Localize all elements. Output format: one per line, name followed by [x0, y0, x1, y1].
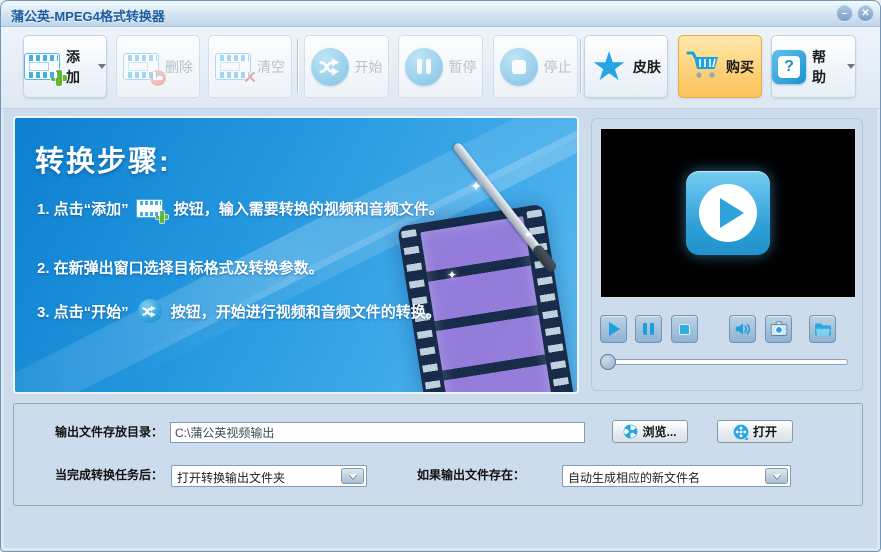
sparkle-icon: ✦	[447, 268, 457, 282]
conversion-steps-panel: ✦ ✦ ✦ 转换步骤: 1. 点击“添加” 按钮，输入需要转换的视频和音频文件。…	[13, 116, 579, 394]
step-3-text-post: 按钮，开始进行视频和音频文件的转换。	[171, 301, 441, 322]
after-task-select[interactable]: 打开转换输出文件夹	[171, 465, 367, 487]
pause-icon	[405, 48, 443, 86]
browse-pinwheel-icon	[623, 424, 638, 439]
delete-button: 删除	[116, 35, 200, 98]
step-1-text-post: 按钮，输入需要转换的视频和音频文件。	[174, 198, 444, 219]
step-2-text: 2. 在新弹出窗口选择目标格式及转换参数。	[37, 257, 324, 278]
film-remove-icon	[123, 53, 159, 80]
stop-icon	[679, 324, 690, 335]
skin-button-label: 皮肤	[633, 57, 661, 77]
camera-icon	[770, 321, 788, 337]
file-exists-select[interactable]: 自动生成相应的新文件名	[562, 465, 791, 487]
window-controls: – ✕	[836, 5, 874, 22]
clear-button-label: 清空	[257, 57, 285, 77]
skin-button[interactable]: ★ 皮肤	[584, 35, 668, 98]
step-1: 1. 点击“添加” 按钮，输入需要转换的视频和音频文件。	[37, 198, 444, 219]
open-folder-button[interactable]	[809, 315, 836, 343]
chevron-down-icon	[847, 64, 855, 69]
delete-button-label: 删除	[165, 57, 193, 77]
stop-button-label: 停止	[544, 57, 572, 77]
add-button[interactable]: 添加	[23, 35, 107, 98]
seek-slider-thumb[interactable]	[600, 354, 616, 370]
window-title: 蒲公英-MPEG4格式转换器	[11, 6, 165, 25]
after-task-value: 打开转换输出文件夹	[177, 469, 285, 486]
snapshot-button[interactable]	[765, 315, 792, 343]
play-icon	[699, 184, 757, 242]
film-add-icon	[136, 199, 163, 218]
browse-button[interactable]: 浏览...	[612, 420, 688, 443]
stop-button: 停止	[493, 35, 578, 98]
chevron-down-icon[interactable]	[765, 468, 788, 484]
open-dir-button[interactable]: 打开	[717, 420, 793, 443]
minimize-button[interactable]: –	[836, 5, 853, 22]
after-task-label: 当完成转换任务后：	[55, 464, 163, 486]
stop-icon	[500, 48, 538, 86]
output-dir-label: 输出文件存放目录：	[55, 421, 163, 443]
convert-start-icon	[138, 299, 162, 323]
help-button[interactable]: ? 帮助	[771, 35, 856, 98]
help-icon: ?	[772, 50, 806, 84]
file-exists-label: 如果输出文件存在：	[417, 464, 525, 486]
film-clear-icon: ✕	[215, 53, 251, 80]
pause-button: 暂停	[398, 35, 483, 98]
toolbar: 添加 删除 ✕ 清空 开始 暂停	[1, 27, 880, 109]
player-pause-button[interactable]	[635, 315, 662, 343]
volume-button[interactable]	[729, 315, 756, 343]
preview-player-panel	[591, 118, 863, 391]
pause-icon	[643, 323, 654, 335]
close-button[interactable]: ✕	[857, 5, 874, 22]
chevron-down-icon[interactable]	[341, 468, 364, 484]
steps-heading: 转换步骤:	[35, 138, 171, 180]
player-stop-button[interactable]	[671, 315, 698, 343]
browse-button-label: 浏览...	[642, 423, 676, 440]
step-3-text-pre: 3. 点击“开始”	[37, 301, 129, 322]
video-preview-area	[600, 128, 856, 298]
sparkle-icon: ✦	[470, 178, 482, 195]
player-play-button[interactable]	[600, 315, 627, 343]
step-1-text-pre: 1. 点击“添加”	[37, 198, 129, 219]
speaker-icon	[734, 321, 752, 337]
sparkle-icon: ✦	[524, 230, 532, 241]
play-icon	[609, 322, 620, 336]
step-2: 2. 在新弹出窗口选择目标格式及转换参数。	[37, 257, 324, 278]
film-reel-icon	[733, 424, 749, 440]
buy-button[interactable]: 购买	[678, 35, 762, 98]
folder-icon	[814, 322, 832, 337]
preview-play-button[interactable]	[686, 171, 770, 255]
seek-slider-track[interactable]	[605, 359, 848, 365]
start-button-label: 开始	[355, 57, 383, 77]
title-bar[interactable]: 蒲公英-MPEG4格式转换器 – ✕	[1, 1, 880, 27]
app-window: 蒲公英-MPEG4格式转换器 – ✕ 添加 删除 ✕ 清空	[0, 0, 881, 552]
star-icon: ★	[591, 47, 627, 87]
file-exists-value: 自动生成相应的新文件名	[568, 469, 700, 486]
help-button-label: 帮助	[812, 47, 839, 87]
open-button-label: 打开	[753, 423, 777, 440]
output-dir-input[interactable]	[170, 422, 585, 443]
step-3: 3. 点击“开始” 按钮，开始进行视频和音频文件的转换。	[37, 299, 441, 323]
chevron-down-icon	[98, 64, 106, 69]
cart-icon	[686, 49, 720, 84]
film-add-icon	[24, 53, 60, 80]
convert-start-icon	[311, 48, 349, 86]
add-button-label: 添加	[66, 47, 90, 87]
clear-button: ✕ 清空	[208, 35, 292, 98]
toolbar-divider	[580, 39, 581, 93]
buy-button-label: 购买	[726, 57, 754, 77]
start-button: 开始	[304, 35, 389, 98]
toolbar-divider	[297, 39, 298, 93]
output-settings-group: 输出文件存放目录： 浏览... 打开 当完成转换任务后：	[13, 403, 863, 506]
pause-button-label: 暂停	[449, 57, 477, 77]
